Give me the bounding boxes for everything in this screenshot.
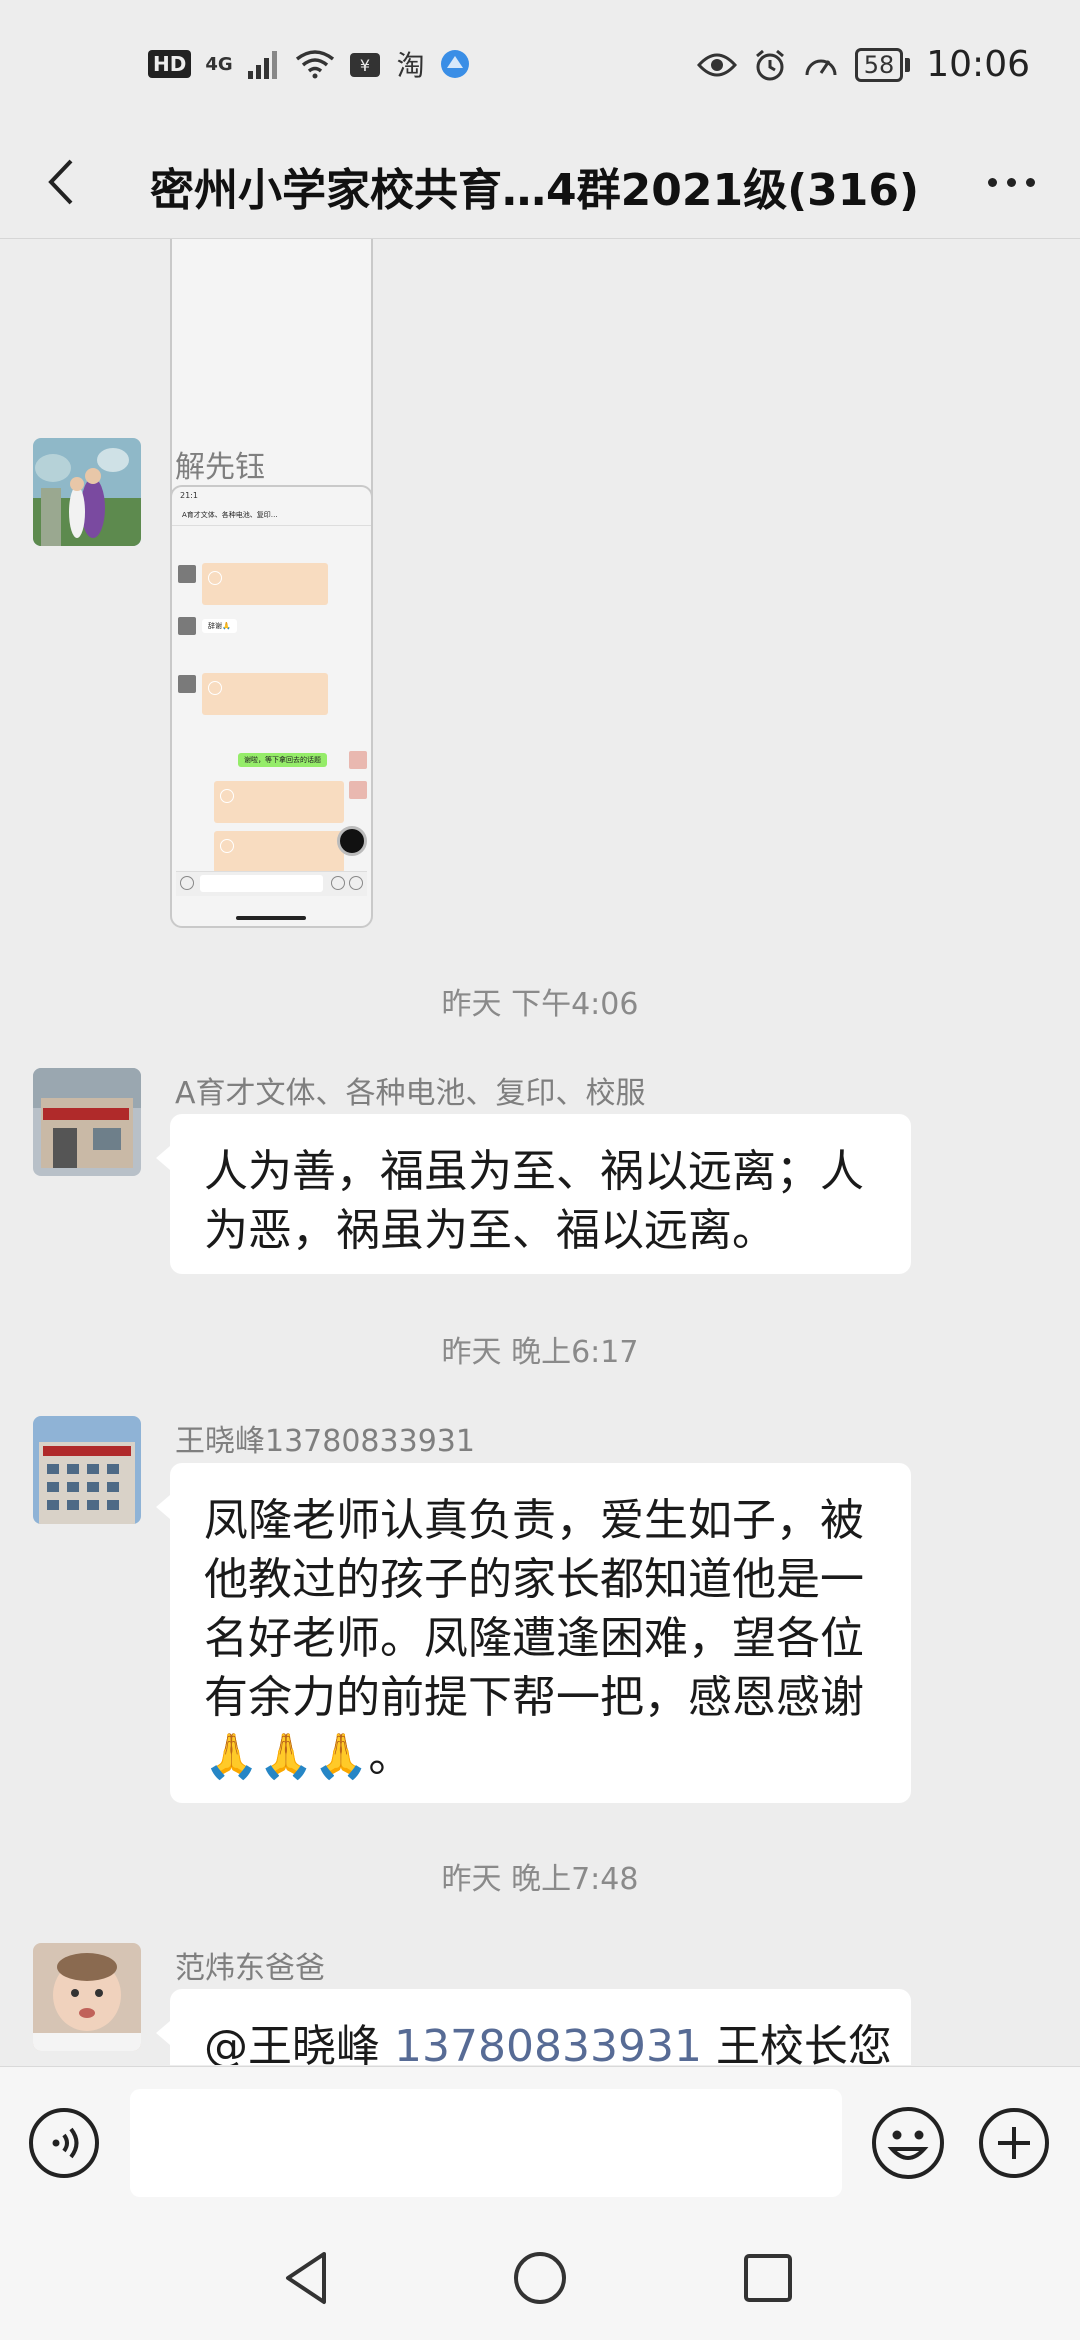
message-line: 人为善，福虽为至、祸以远离；人 (204, 1146, 864, 1197)
alarm-icon (755, 49, 784, 80)
nav-back-button[interactable] (276, 2246, 340, 2310)
emoji-icon (872, 2107, 944, 2179)
nav-recents-icon (744, 2254, 792, 2302)
message-bubble[interactable]: 人为善，福虽为至、祸以远离；人 为恶，祸虽为至、福以远离。 (156, 1114, 911, 1274)
back-button[interactable] (28, 150, 92, 214)
more-button[interactable] (966, 150, 1056, 214)
nav-home-button[interactable] (508, 2246, 572, 2310)
status-bar: HD 4G ¥ 淘 58 10:06 (0, 0, 1080, 130)
wifi-icon (295, 50, 334, 79)
status-left-icons: HD 4G ¥ 淘 (148, 44, 471, 84)
sender-name: A育才文体、各种电池、复印、校服 (175, 1076, 646, 1111)
message-image-screenshot[interactable]: 21:1 A育才文体、各种电池、复印… 辞谢🙏 谢啦，等下拿回去的话题 (170, 485, 373, 928)
clock: 10:06 (926, 44, 1030, 85)
plus-circle-icon (979, 2108, 1049, 2178)
system-nav-bar (0, 2218, 1080, 2340)
chat-header: 密州小学家校共育…4群2021级(316) (0, 130, 1080, 239)
emoji-button[interactable] (870, 2105, 946, 2181)
nav-home-icon (514, 2252, 566, 2304)
battery-level: 58 (854, 47, 904, 82)
message-line: 有余力的前提下帮一把，感恩感谢 (204, 1672, 864, 1723)
avatar[interactable] (33, 1943, 141, 2051)
message-text: 王校长您 (715, 2021, 892, 2065)
message-timestamp: 昨天 晚上7:48 (441, 1862, 639, 1897)
status-right-icons: 58 10:06 (696, 44, 1030, 85)
more-actions-button[interactable] (978, 2107, 1050, 2179)
chevron-left-icon (48, 159, 73, 205)
more-dots-icon (987, 177, 997, 187)
message-line: 名好老师。凤隆遭逢困难，望各位 (204, 1613, 864, 1664)
avatar[interactable] (33, 1068, 141, 1176)
input-bar (0, 2066, 1080, 2219)
network-type-label: 4G (205, 53, 233, 75)
mention[interactable]: @王晓峰 (204, 2021, 380, 2065)
sender-name: 范炜东爸爸 (175, 1951, 325, 1986)
avatar[interactable] (33, 1416, 141, 1524)
signal-icon (247, 51, 277, 79)
page-title: 密州小学家校共育…4群2021级(316) (150, 165, 920, 216)
mini-chat-title: A育才文体、各种电池、复印… (172, 505, 371, 526)
message-line: 🙏🙏🙏。 (204, 1731, 413, 1782)
sender-name: 王晓峰13780833931 (175, 1424, 475, 1459)
mini-status-time: 21:1 (180, 491, 198, 500)
message-line: 为恶，祸虽为至、福以远离。 (204, 1205, 776, 1256)
message-list[interactable]: 解先钰 21:1 A育才文体、各种电池、复印… 辞谢🙏 谢啦，等下拿回去的话题 … (0, 239, 1080, 2065)
sender-name: 解先钰 (175, 450, 265, 485)
hd-icon: HD (148, 50, 192, 78)
taobao-icon: 淘 (396, 49, 425, 82)
wallet-icon: ¥ (349, 53, 380, 77)
message-bubble[interactable]: @王晓峰 13780833931 王校长您 (156, 1989, 911, 2065)
avatar[interactable] (33, 438, 141, 546)
message-input[interactable] (130, 2089, 842, 2197)
message-bubble[interactable]: 凤隆老师认真负责，爱生如子，被 他教过的孩子的家长都知道他是一 名好老师。凤隆遭… (156, 1463, 911, 1803)
eye-icon (696, 53, 737, 76)
message-timestamp: 昨天 晚上6:17 (441, 1335, 639, 1370)
voice-button[interactable] (28, 2107, 100, 2179)
message-line: 凤隆老师认真负责，爱生如子，被 (204, 1495, 864, 1546)
mini-sent-message: 谢啦，等下拿回去的话题 (238, 753, 327, 767)
svg-text:¥: ¥ (360, 56, 370, 75)
speed-icon (805, 59, 837, 75)
browser-icon (440, 50, 469, 78)
phone-number-link[interactable]: 13780833931 (394, 2021, 702, 2065)
mini-reply: 辞谢🙏 (202, 619, 237, 633)
voice-icon (29, 2108, 99, 2178)
message-line: 他教过的孩子的家长都知道他是一 (204, 1554, 864, 1605)
nav-recents-button[interactable] (736, 2246, 800, 2310)
message-timestamp: 昨天 下午4:06 (441, 987, 639, 1022)
battery-icon: 58 (854, 47, 911, 82)
nav-back-icon (286, 2252, 326, 2304)
